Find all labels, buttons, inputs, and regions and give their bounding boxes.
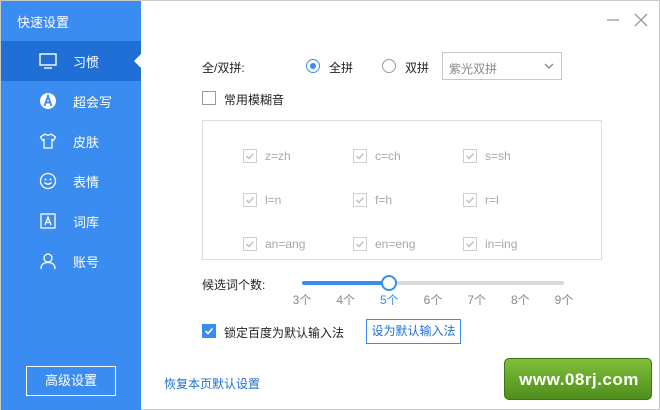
set-default-ime-button[interactable]: 设为默认输入法 — [366, 319, 461, 344]
chevron-down-icon — [544, 63, 554, 69]
fuzzy-pair-checkbox — [463, 149, 477, 163]
fuzzy-pair-label: r=l — [485, 193, 499, 207]
slider-tick-label[interactable]: 8个 — [505, 291, 535, 308]
watermark-text: www.08rj.com — [519, 370, 639, 389]
slider-tick-label[interactable]: 6个 — [418, 291, 448, 308]
restore-defaults-link[interactable]: 恢复本页默认设置 — [164, 375, 260, 392]
sidebar-item-super-write[interactable]: 超会写 — [1, 81, 141, 121]
fuzzy-pair-checkbox — [353, 149, 367, 163]
sidebar-item-emoji[interactable]: 表情 — [1, 161, 141, 201]
sidebar-item-label: 超会写 — [73, 95, 113, 110]
fuzzy-pair-checkbox — [353, 237, 367, 251]
candidate-count-label: 候选词个数: — [202, 278, 266, 292]
fuzzy-pair-label: en=eng — [375, 237, 416, 251]
check-icon — [465, 152, 475, 160]
sidebar-item-skin[interactable]: 皮肤 — [1, 121, 141, 161]
minimize-icon[interactable] — [604, 11, 622, 29]
double-pinyin-scheme-select[interactable]: 紫光双拼 — [442, 52, 562, 80]
sidebar-item-label: 词库 — [73, 215, 100, 230]
fuzzy-pair-label: c=ch — [375, 149, 401, 163]
slider-tick-label[interactable]: 3个 — [287, 291, 317, 308]
slider-tick-label[interactable]: 9个 — [549, 291, 579, 308]
fuzzy-pair-checkbox — [243, 237, 257, 251]
slider-thumb[interactable] — [381, 275, 398, 291]
radio-full-pinyin-label[interactable]: 全拼 — [329, 59, 353, 76]
check-icon — [355, 196, 365, 204]
check-icon — [204, 327, 214, 335]
monitor-icon — [39, 53, 57, 69]
fuzzy-pair-checkbox — [243, 149, 257, 163]
fuzzy-sound-label[interactable]: 常用模糊音 — [224, 91, 284, 108]
slider-tick-label[interactable]: 4个 — [331, 291, 361, 308]
window-title: 快速设置 — [17, 15, 70, 30]
check-icon — [245, 240, 255, 248]
tshirt-icon — [39, 133, 57, 149]
sidebar: 快速设置 习惯 超会写 皮肤 表情 词库 账号 高级设置 — [1, 1, 141, 410]
check-icon — [245, 152, 255, 160]
fuzzy-pair-checkbox — [463, 193, 477, 207]
fuzzy-sound-checkbox[interactable] — [202, 91, 216, 105]
close-icon[interactable] — [632, 11, 650, 29]
fuzzy-pair-label: s=sh — [485, 149, 511, 163]
smiley-icon — [39, 172, 57, 190]
sidebar-item-habits[interactable]: 习惯 — [1, 41, 141, 81]
fuzzy-pair-label: an=ang — [265, 237, 306, 251]
check-icon — [355, 152, 365, 160]
advanced-settings-button[interactable]: 高级设置 — [26, 366, 116, 396]
settings-window: 快速设置 习惯 超会写 皮肤 表情 词库 账号 高级设置 全/双拼: 全拼 双拼… — [0, 0, 660, 410]
sidebar-item-label: 账号 — [73, 255, 100, 270]
sidebar-item-account[interactable]: 账号 — [1, 241, 141, 281]
site-watermark: www.08rj.com — [504, 358, 652, 400]
check-icon — [465, 240, 475, 248]
pinyin-mode-label: 全/双拼: — [202, 61, 245, 75]
sidebar-item-label: 皮肤 — [73, 135, 100, 150]
select-value: 紫光双拼 — [449, 62, 498, 76]
lexicon-a-icon — [40, 213, 56, 229]
fuzzy-pair-label: l=n — [265, 193, 282, 207]
check-icon — [465, 196, 475, 204]
fuzzy-pair-checkbox — [353, 193, 367, 207]
radio-double-pinyin[interactable] — [382, 59, 396, 73]
check-icon — [245, 196, 255, 204]
radio-double-pinyin-label[interactable]: 双拼 — [405, 59, 429, 76]
slider-tick-label[interactable]: 7个 — [462, 291, 492, 308]
fuzzy-pair-label: z=zh — [265, 149, 291, 163]
sidebar-item-label: 习惯 — [73, 55, 100, 70]
sidebar-item-lexicon[interactable]: 词库 — [1, 201, 141, 241]
sidebar-item-label: 表情 — [73, 175, 100, 190]
check-icon — [355, 240, 365, 248]
slider-fill — [302, 281, 390, 285]
slider-tick-label[interactable]: 5个 — [374, 291, 404, 308]
fuzzy-pair-checkbox — [463, 237, 477, 251]
fuzzy-pairs-panel: z=zh c=ch s=sh l=n f=h r=l an=ang en=eng in=ing — [202, 120, 602, 260]
lock-default-ime-checkbox[interactable] — [202, 324, 216, 338]
radio-full-pinyin[interactable] — [306, 59, 320, 73]
fuzzy-pair-label: f=h — [375, 193, 393, 207]
fuzzy-pair-checkbox — [243, 193, 257, 207]
pen-a-icon — [40, 93, 56, 109]
lock-default-ime-label[interactable]: 锁定百度为默认输入法 — [224, 324, 344, 341]
user-icon — [40, 253, 56, 270]
candidate-count-slider[interactable] — [302, 275, 564, 291]
fuzzy-pair-label: in=ing — [485, 237, 518, 251]
